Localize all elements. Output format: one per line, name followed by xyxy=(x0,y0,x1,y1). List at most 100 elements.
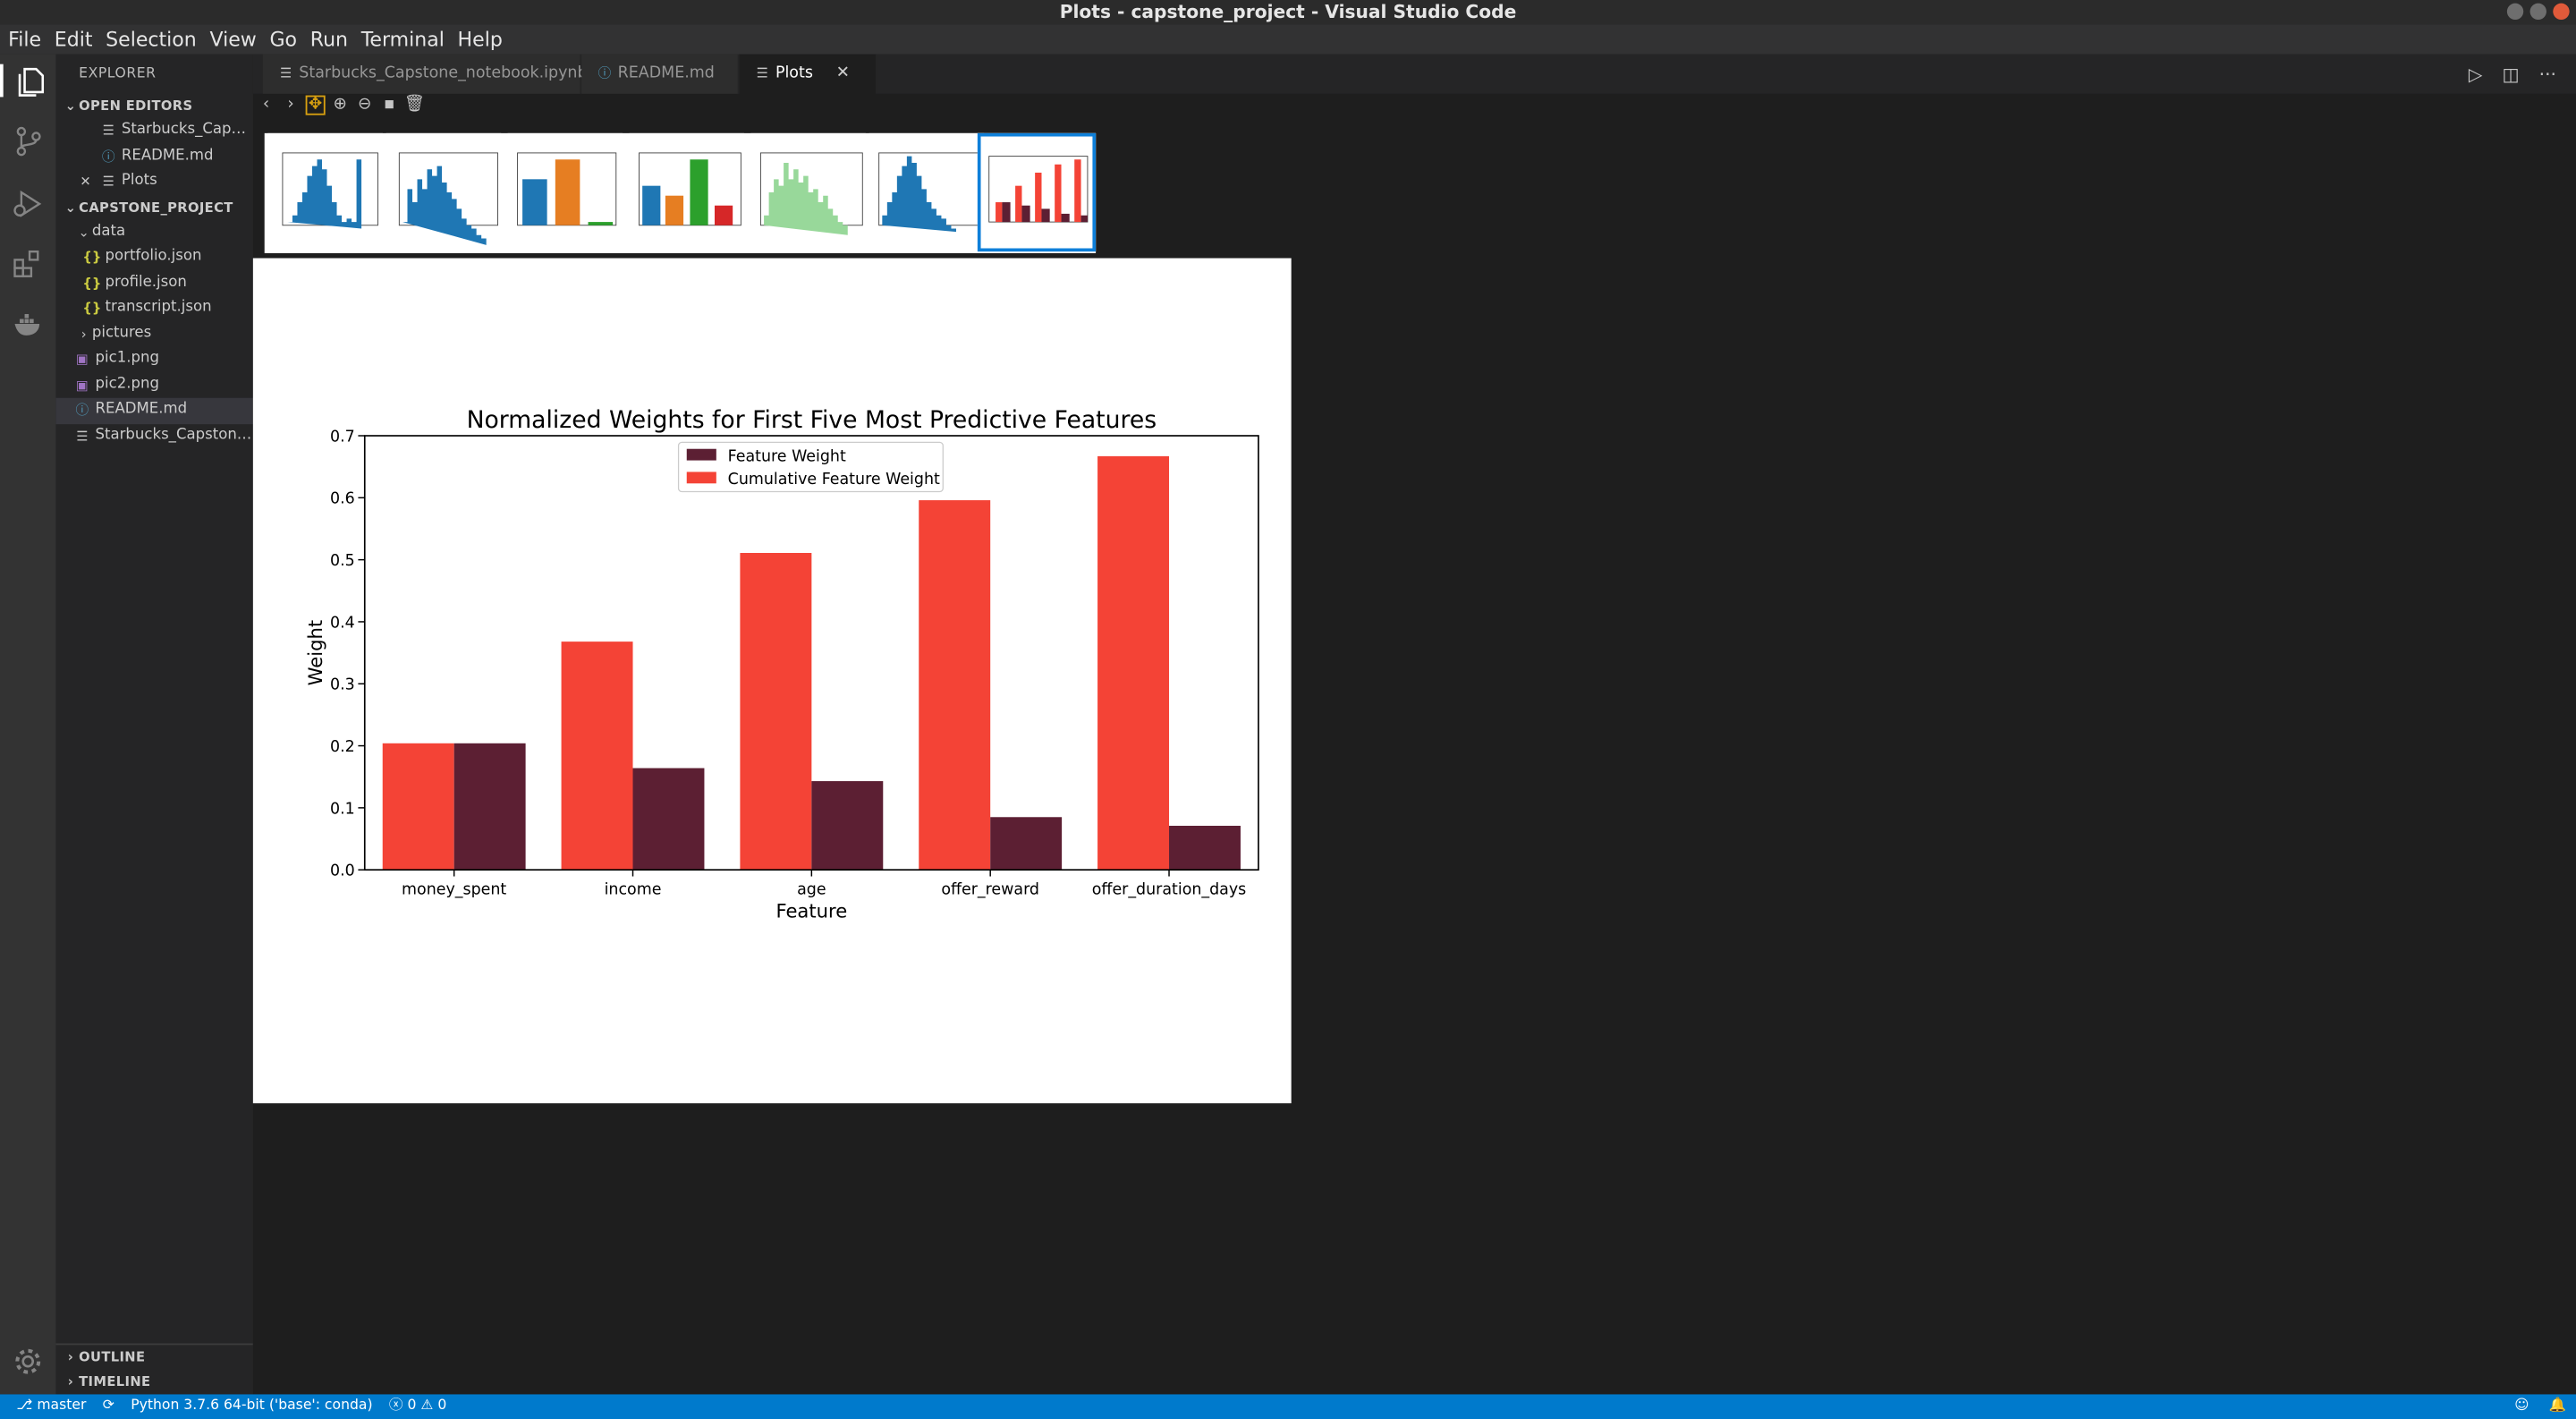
folder-data[interactable]: ⌄ data xyxy=(55,219,252,244)
y-tick-label: 0.6 xyxy=(330,490,355,508)
plot-thumbnail[interactable] xyxy=(750,132,866,252)
menu-file[interactable]: File xyxy=(2,25,48,55)
project-label: CAPSTONE_PROJECT xyxy=(79,200,233,215)
plot-thumbnail[interactable] xyxy=(386,132,502,252)
folder-pictures[interactable]: › pictures xyxy=(55,321,252,346)
feedback-icon[interactable]: ☺ xyxy=(2514,1394,2529,1419)
bar-feature-age xyxy=(811,781,884,871)
y-axis-label: Weight xyxy=(304,620,326,686)
x-tick-label: money_spent xyxy=(402,881,506,899)
python-interpreter[interactable]: Python 3.7.6 64-bit ('base': conda) xyxy=(123,1394,381,1419)
tab-label: Starbucks_Capstone_notebook.ipynb xyxy=(299,64,588,82)
docker-icon[interactable] xyxy=(12,308,45,341)
file-pic2[interactable]: ▣ pic2.png xyxy=(55,372,252,397)
bar-feature-money_spent xyxy=(453,743,526,871)
chevron-right-icon: › xyxy=(67,1349,74,1365)
file-transcript-json[interactable]: {} transcript.json xyxy=(55,296,252,321)
close-icon[interactable]: ✕ xyxy=(75,169,95,194)
settings-gear-icon[interactable] xyxy=(12,1345,45,1378)
tab-notebook[interactable]: ☰ Starbucks_Capstone_notebook.ipynb xyxy=(262,54,588,94)
menu-help[interactable]: Help xyxy=(451,25,509,55)
project-header[interactable]: ⌄ CAPSTONE_PROJECT xyxy=(55,195,252,220)
bar-cumulative-offer_reward xyxy=(919,500,991,871)
explorer-icon[interactable] xyxy=(0,64,55,98)
timeline-label: TIMELINE xyxy=(79,1374,151,1389)
y-tick-label: 0.4 xyxy=(330,614,355,632)
menu-terminal[interactable]: Terminal xyxy=(354,25,451,55)
delete-plot-icon[interactable]: 🗑 xyxy=(404,96,425,115)
tab-readme[interactable]: ⓘ README.md xyxy=(581,54,740,94)
close-icon[interactable]: ✕ xyxy=(836,55,850,94)
file-profile-json[interactable]: {} profile.json xyxy=(55,270,252,295)
y-tick-label: 0.5 xyxy=(330,552,355,570)
plot-thumbnail[interactable] xyxy=(267,132,383,252)
open-editor-label: Plots xyxy=(121,172,157,190)
sync-icon[interactable]: ⟳ xyxy=(95,1394,123,1419)
zoom-out-icon[interactable]: ⊖ xyxy=(355,96,375,115)
open-editors-header[interactable]: ⌄ OPEN EDITORS xyxy=(55,94,252,119)
menu-view[interactable]: View xyxy=(203,25,263,55)
plot-thumbnail[interactable] xyxy=(629,132,745,252)
bars-group xyxy=(382,455,1241,871)
bar-cumulative-age xyxy=(740,553,812,871)
close-window-button[interactable] xyxy=(2553,3,2570,21)
save-plot-icon[interactable]: ▪ xyxy=(379,96,399,115)
problems-indicator[interactable]: ⓧ 0 ⚠ 0 xyxy=(381,1394,455,1419)
menu-run[interactable]: Run xyxy=(303,25,354,55)
file-pic1[interactable]: ▣ pic1.png xyxy=(55,347,252,372)
x-tick-label: income xyxy=(605,881,662,899)
y-tick-label: 0.3 xyxy=(330,676,355,694)
open-editor-readme[interactable]: ⓘ README.md xyxy=(55,144,252,169)
open-editors-label: OPEN EDITORS xyxy=(79,98,193,114)
legend-label-feature-weight: Feature Weight xyxy=(728,447,846,465)
pan-icon[interactable]: ✥ xyxy=(305,95,326,115)
split-editor-icon[interactable]: ◫ xyxy=(2503,64,2520,85)
source-control-icon[interactable] xyxy=(12,125,45,158)
chevron-down-icon: ⌄ xyxy=(64,200,77,215)
tab-label: README.md xyxy=(617,64,715,82)
x-axis: money_spent income age offer_reward offer_du… xyxy=(402,870,1246,899)
menu-edit[interactable]: Edit xyxy=(47,25,98,55)
json-file-icon: {} xyxy=(82,301,102,316)
file-readme[interactable]: ⓘ README.md xyxy=(55,397,253,424)
plot-thumbnail[interactable] xyxy=(869,132,985,252)
tab-plots[interactable]: ☰ Plots ✕ xyxy=(739,54,877,94)
json-file-icon: {} xyxy=(82,275,102,291)
extensions-icon[interactable] xyxy=(12,247,45,280)
chart-title: Normalized Weights for First Five Most P… xyxy=(467,406,1157,434)
explorer-title: EXPLORER xyxy=(79,65,157,82)
zoom-in-icon[interactable]: ⊕ xyxy=(330,96,350,115)
plot-thumbnails xyxy=(264,132,1097,254)
file-notebook[interactable]: ☰ Starbucks_Capstone... xyxy=(55,423,253,448)
run-debug-icon[interactable] xyxy=(12,186,45,219)
open-editor-label: README.md xyxy=(121,147,214,164)
menu-selection[interactable]: Selection xyxy=(99,25,203,55)
previous-plot-icon[interactable]: ‹ xyxy=(257,96,276,115)
x-axis-label: Feature xyxy=(775,899,847,922)
more-actions-icon[interactable]: ··· xyxy=(2539,64,2556,85)
outline-header[interactable]: › OUTLINE xyxy=(55,1345,252,1370)
file-portfolio-json[interactable]: {} portfolio.json xyxy=(55,245,252,270)
notifications-bell-icon[interactable]: 🔔 xyxy=(2549,1394,2566,1419)
y-tick-label: 0.7 xyxy=(330,428,355,446)
file-label: portfolio.json xyxy=(105,248,202,265)
open-editor-plots[interactable]: ✕ ☰ Plots xyxy=(55,169,252,194)
next-plot-icon[interactable]: › xyxy=(281,96,301,115)
y-axis: 0.0 0.1 0.2 0.3 0.4 0.5 0.6 0.7 xyxy=(330,428,365,880)
plot-thumbnail-selected[interactable] xyxy=(977,132,1097,252)
minimize-button[interactable] xyxy=(2506,3,2524,21)
maximize-button[interactable] xyxy=(2529,3,2546,21)
open-editor-label: Starbucks_Capst... xyxy=(121,121,253,139)
error-count: 0 xyxy=(407,1398,417,1415)
plot-thumbnail[interactable] xyxy=(507,132,623,252)
run-file-icon[interactable]: ▷ xyxy=(2469,64,2483,85)
folder-label: data xyxy=(91,223,126,240)
bar-feature-offer_duration_days xyxy=(1169,825,1241,871)
branch-indicator[interactable]: ⎇ master xyxy=(0,1394,95,1419)
activity-bar xyxy=(0,54,56,1395)
plots-icon: ☰ xyxy=(756,65,768,81)
menu-go[interactable]: Go xyxy=(263,25,303,55)
timeline-header[interactable]: › TIMELINE xyxy=(55,1370,252,1395)
open-editor-notebook[interactable]: ☰ Starbucks_Capst... xyxy=(55,118,253,143)
bar-chart: Normalized Weights for First Five Most P… xyxy=(304,406,1259,922)
